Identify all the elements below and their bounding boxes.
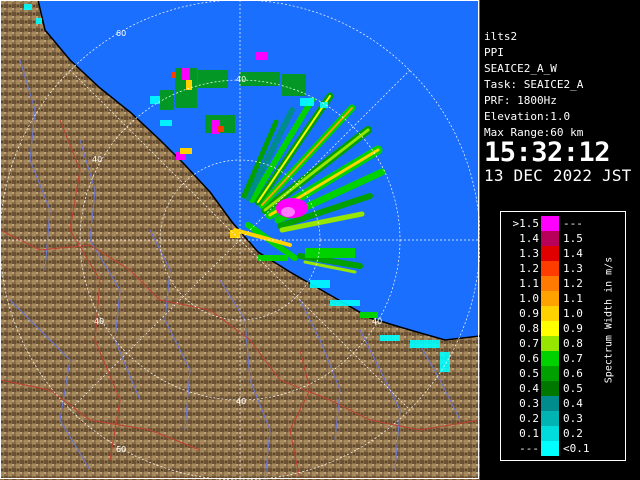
scan-time: 15:32:12 <box>484 137 611 168</box>
radar-ppi-map[interactable]: 60 40 40 40 40 40 60 <box>0 0 480 480</box>
radar-info-panel: ilts2 PPI SEAICE2_A_W Task: SEAICE2_A PR… <box>480 27 640 187</box>
legend-upper-bound: 1.0 <box>563 307 583 320</box>
legend-swatch <box>541 441 559 456</box>
legend-lower-bound: 1.2 <box>519 262 539 275</box>
legend-swatch <box>541 306 559 321</box>
legend-upper-bound: 1.1 <box>563 292 583 305</box>
elevation-value: Elevation:1.0 <box>484 110 571 123</box>
legend-lower-bound: 1.1 <box>519 277 539 290</box>
legend-upper-bound: 1.4 <box>563 247 583 260</box>
legend-upper-bound: 1.2 <box>563 277 583 290</box>
legend-swatch <box>541 291 559 306</box>
legend-lower-bound: 0.4 <box>519 382 539 395</box>
legend-row: 0.1 0.2 <box>501 426 627 441</box>
legend-swatch <box>541 411 559 426</box>
product-type: PPI <box>484 46 504 59</box>
legend-swatch <box>541 276 559 291</box>
legend-upper-bound: 0.9 <box>563 322 583 335</box>
legend-upper-bound: 0.4 <box>563 397 583 410</box>
legend-lower-bound: 0.7 <box>519 337 539 350</box>
task-name: Task: SEAICE2_A <box>484 78 584 91</box>
scan-name: SEAICE2_A_W <box>484 62 557 75</box>
ring-label: 40 <box>372 317 382 326</box>
legend-lower-bound: >1.5 <box>512 217 540 230</box>
legend-swatch <box>541 246 559 261</box>
legend-upper-bound: 0.8 <box>563 337 583 350</box>
ring-label: 40 <box>92 155 102 164</box>
legend-swatch <box>541 366 559 381</box>
legend-lower-bound: --- <box>519 442 539 455</box>
legend-lower-bound: 1.0 <box>519 292 539 305</box>
station-name: ilts2 <box>484 30 518 43</box>
legend-lower-bound: 0.1 <box>519 427 539 440</box>
legend-lower-bound: 1.4 <box>519 232 539 245</box>
legend-upper-bound: 0.2 <box>563 427 583 440</box>
ring-label: 60 <box>116 29 126 38</box>
legend-swatch <box>541 426 559 441</box>
legend-swatch <box>541 261 559 276</box>
legend-title-text: Spectrum Width in m/s <box>603 256 615 384</box>
ring-label: 40 <box>236 75 246 84</box>
legend-swatch <box>541 216 559 231</box>
legend-swatch <box>541 336 559 351</box>
legend-swatch <box>541 396 559 411</box>
legend-lower-bound: 1.3 <box>519 247 539 260</box>
legend-title: Spectrum Width in m/s <box>598 220 620 420</box>
ring-label: 40 <box>236 397 246 406</box>
legend-upper-bound: 1.5 <box>563 232 583 245</box>
legend-upper-bound: 0.7 <box>563 352 583 365</box>
prf-value: PRF: 1800Hz <box>484 94 557 107</box>
legend-row: --- <0.1 <box>501 441 627 456</box>
legend-upper-bound: 0.6 <box>563 367 583 380</box>
legend-lower-bound: 0.5 <box>519 367 539 380</box>
legend-upper-bound: 0.5 <box>563 382 583 395</box>
legend-upper-bound: 1.3 <box>563 262 583 275</box>
legend-lower-bound: 0.2 <box>519 412 539 425</box>
legend-swatch <box>541 321 559 336</box>
scan-date: 13 DEC 2022 JST <box>484 166 632 185</box>
legend-upper-bound: <0.1 <box>563 442 590 455</box>
legend-upper-bound: 0.3 <box>563 412 583 425</box>
legend-upper-bound: --- <box>563 217 583 230</box>
legend-lower-bound: 0.3 <box>519 397 539 410</box>
legend-swatch <box>541 231 559 246</box>
legend-swatch <box>541 381 559 396</box>
legend-lower-bound: 0.8 <box>519 322 539 335</box>
legend-lower-bound: 0.9 <box>519 307 539 320</box>
legend-lower-bound: 0.6 <box>519 352 539 365</box>
legend-swatch <box>541 351 559 366</box>
ring-label: 40 <box>94 317 104 326</box>
ring-label: 60 <box>116 445 126 454</box>
